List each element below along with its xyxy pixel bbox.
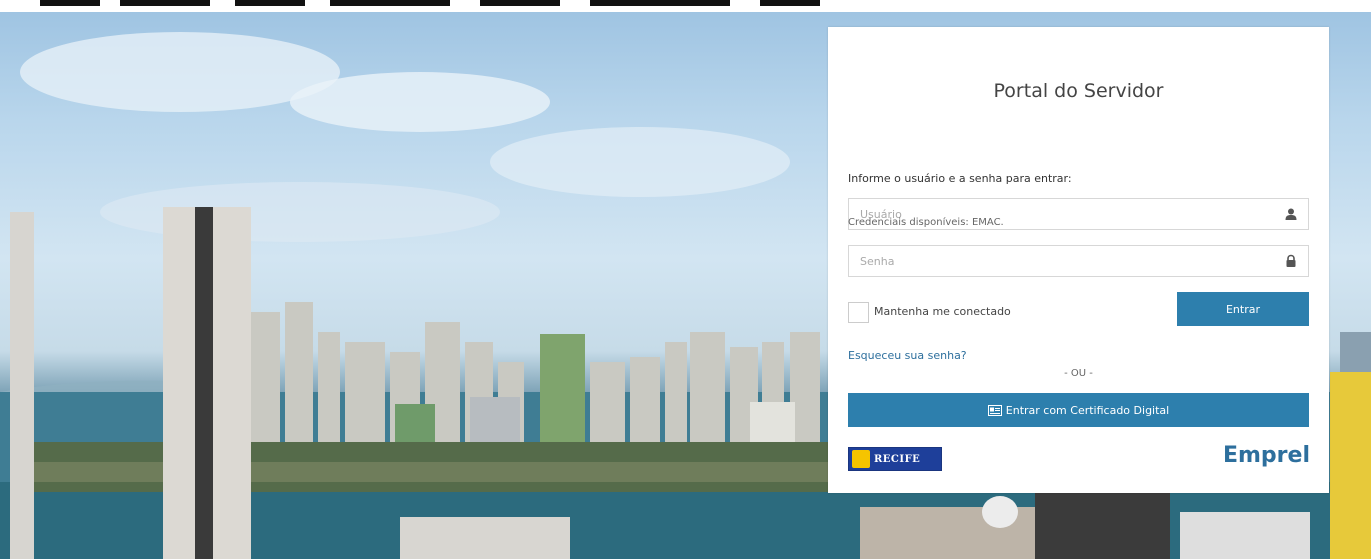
certificate-login-label: Entrar com Certificado Digital — [1005, 403, 1170, 417]
recife-logo-text: RECIFE — [874, 453, 921, 465]
certificate-icon — [987, 404, 1002, 416]
top-cropped-strip — [0, 0, 1371, 12]
recife-emblem-icon — [852, 450, 870, 468]
login-card: Portal do Servidor Informe o usuário e a… — [828, 27, 1329, 493]
or-separator: - OU - — [1064, 368, 1093, 379]
remember-label: Mantenha me conectado — [874, 305, 1011, 318]
login-instruction: Informe o usuário e a senha para entrar: — [848, 172, 1072, 185]
password-field[interactable] — [848, 245, 1309, 277]
certificate-login-button[interactable]: Entrar com Certificado Digital — [848, 393, 1309, 427]
user-icon — [1285, 208, 1297, 220]
emprel-logo: Emprel — [1222, 443, 1310, 468]
portal-title: Portal do Servidor — [993, 80, 1164, 102]
forgot-password-link[interactable]: Esqueceu sua senha? — [848, 349, 967, 362]
login-button[interactable]: Entrar — [1177, 292, 1309, 326]
recife-logo: RECIFE — [848, 447, 942, 471]
remember-checkbox[interactable] — [848, 302, 869, 323]
lock-icon — [1286, 254, 1296, 267]
password-input[interactable] — [849, 246, 1280, 276]
credentials-note: Credenciais disponíveis: EMAC. — [848, 217, 1004, 228]
